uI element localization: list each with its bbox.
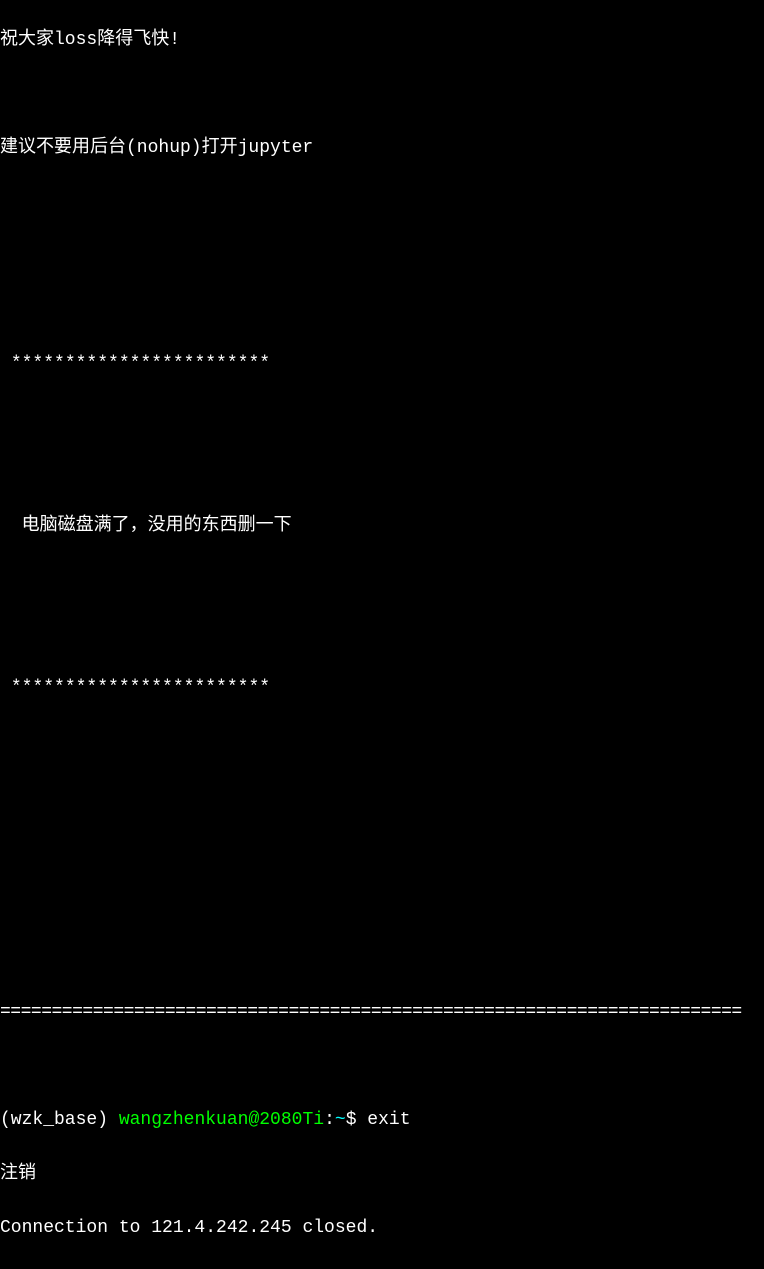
blank-line [0,567,764,594]
prompt-colon: : [324,1107,335,1134]
blank-line [0,405,764,432]
motd-stars-1: ************************ [0,351,764,378]
motd-line-2: 建议不要用后台(nohup)打开jupyter [0,135,764,162]
terminal-output[interactable]: 祝大家loss降得飞快! 建议不要用后台(nohup)打开jupyter ***… [0,0,764,1269]
blank-line [0,81,764,108]
motd-stars-2: ************************ [0,675,764,702]
blank-line [0,243,764,270]
blank-line [0,297,764,324]
blank-line [0,837,764,864]
logout-text: 注销 [0,1161,764,1188]
blank-line [0,1053,764,1080]
blank-line [0,189,764,216]
prompt-command[interactable]: exit [367,1107,410,1134]
prompt-dollar: $ [346,1107,368,1134]
motd-disk-notice: 电脑磁盘满了，没用的东西删一下 [0,513,764,540]
prompt-line: (wzk_base) wangzhenkuan@2080Ti:~$ exit [0,1107,764,1134]
blank-line [0,621,764,648]
prompt-path: ~ [335,1107,346,1134]
blank-line [0,783,764,810]
prompt-user-host: wangzhenkuan@2080Ti [119,1107,324,1134]
blank-line [0,945,764,972]
prompt-env: (wzk_base) [0,1107,119,1134]
blank-line [0,891,764,918]
blank-line [0,459,764,486]
motd-line-1: 祝大家loss降得飞快! [0,27,764,54]
connection-closed: Connection to 121.4.242.245 closed. [0,1215,764,1242]
separator-line: ========================================… [0,999,764,1026]
blank-line [0,729,764,756]
